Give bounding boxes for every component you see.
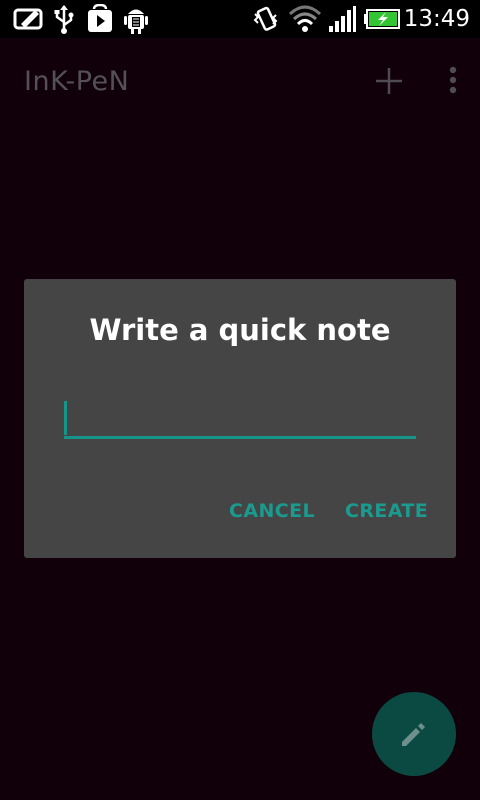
battery-charging-icon [364, 4, 400, 38]
play-store-icon [86, 3, 114, 38]
compose-fab[interactable] [372, 692, 456, 776]
quick-note-dialog: Write a quick note CANCEL CREATE [24, 279, 456, 558]
plus-icon[interactable] [372, 64, 406, 98]
status-bar: 13:49 [0, 0, 480, 38]
android-debug-icon [124, 4, 148, 38]
text-cursor [64, 401, 67, 435]
create-button[interactable]: CREATE [345, 495, 428, 527]
pencil-icon [402, 723, 425, 746]
overflow-menu-icon[interactable] [440, 64, 466, 98]
app-title: InK-PeN [24, 66, 130, 97]
vibrate-icon [252, 4, 280, 38]
quick-note-input[interactable] [64, 395, 416, 439]
dialog-title: Write a quick note [89, 313, 391, 347]
wifi-icon [288, 4, 322, 38]
action-bar: InK-PeN [0, 38, 480, 124]
status-time: 13:49 [403, 6, 470, 32]
signal-icon [328, 4, 356, 38]
cancel-button[interactable]: CANCEL [229, 495, 315, 527]
notification-icon [12, 4, 44, 38]
usb-icon [52, 4, 76, 38]
